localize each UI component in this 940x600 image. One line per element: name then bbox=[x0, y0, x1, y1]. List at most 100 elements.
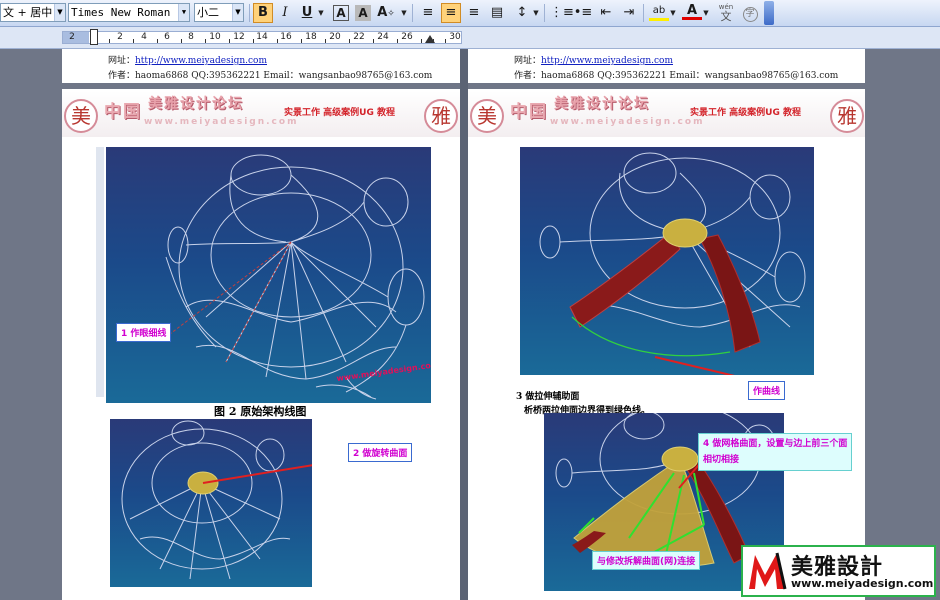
website-link[interactable]: http://www.meiyadesign.com bbox=[135, 56, 267, 66]
website-line: 网址：http://www.meiyadesign.com bbox=[108, 53, 267, 66]
logo-url: www.meiyadesign.com bbox=[791, 577, 934, 590]
style-select[interactable]: 文 + 居中 ▼ bbox=[0, 3, 66, 22]
ruler-tick-label: 10 bbox=[209, 32, 221, 42]
ruler-tick-label: 20 bbox=[329, 32, 341, 42]
banner-title-cn: 中国 bbox=[510, 102, 548, 122]
ruler-tick-label: 24 bbox=[377, 32, 389, 42]
toolbar-separator bbox=[544, 4, 545, 22]
underline-dropdown-arrow[interactable]: ▼ bbox=[317, 3, 325, 23]
ruler-tick-label: 30 bbox=[449, 32, 461, 42]
highlight-dropdown-arrow[interactable]: ▼ bbox=[669, 3, 677, 23]
distributed-align-icon[interactable]: ▤ bbox=[487, 3, 507, 23]
ruler-minor-mark bbox=[421, 39, 422, 43]
callout-mesh-line2: 相切相接 bbox=[703, 455, 740, 465]
font-color-dropdown-arrow[interactable]: ▼ bbox=[702, 3, 710, 23]
cad-side-toolbar bbox=[96, 147, 104, 397]
text-effect-dropdown-arrow[interactable]: ▼ bbox=[400, 3, 408, 23]
chevron-down-icon: ▼ bbox=[178, 4, 189, 21]
bulleted-list-icon[interactable]: •≡ bbox=[573, 3, 593, 23]
callout-draw-line: 1 作眼细线 bbox=[116, 323, 172, 342]
previous-page-right: 网址：http://www.meiyadesign.com 作者：haoma68… bbox=[468, 49, 865, 83]
underline-button[interactable]: U bbox=[297, 3, 317, 23]
line-spacing-dropdown-arrow[interactable]: ▼ bbox=[532, 3, 540, 23]
banner-title-cn: 中国 bbox=[104, 102, 142, 122]
line-spacing-icon[interactable]: ↕ bbox=[512, 3, 532, 23]
align-justify-icon[interactable]: ≡ bbox=[418, 3, 438, 23]
ruler-minor-mark bbox=[325, 39, 326, 43]
website-label: 网址： bbox=[514, 56, 542, 66]
text-effect-icon[interactable]: A✧ bbox=[376, 3, 396, 23]
ruler-minor-mark bbox=[157, 39, 158, 43]
right-indent-marker[interactable] bbox=[425, 35, 435, 43]
word-window: 文 + 居中 ▼ Times New Roman ▼ 小二 ▼ B I U ▼ … bbox=[0, 0, 940, 600]
figure-caption: 图 2 原始架构线图 bbox=[214, 405, 307, 418]
banner-url: www.meiyadesign.com bbox=[550, 117, 705, 127]
wireframe-drawing bbox=[165, 154, 425, 400]
ruler-minor-mark bbox=[253, 39, 254, 43]
align-right-icon[interactable]: ≡ bbox=[464, 3, 484, 23]
step3-title: 3 做拉伸辅助面 bbox=[516, 392, 580, 402]
ruler-minor-mark bbox=[373, 39, 374, 43]
align-center-icon[interactable]: ≡ bbox=[441, 3, 461, 23]
increase-indent-icon[interactable]: ⇥ bbox=[619, 3, 639, 23]
phonetic-guide-button[interactable]: wén 文 bbox=[716, 3, 736, 23]
ruler-tick-label: 2 bbox=[69, 32, 75, 42]
formatting-toolbar: 文 + 居中 ▼ Times New Roman ▼ 小二 ▼ B I U ▼ … bbox=[0, 0, 940, 27]
revolve-drawing bbox=[121, 420, 312, 580]
enclose-characters-button[interactable]: 字 bbox=[740, 3, 760, 23]
decrease-indent-icon[interactable]: ⇤ bbox=[596, 3, 616, 23]
banner-subtitle: 实景工作 高级案例UG 教程 bbox=[690, 108, 801, 118]
font-color-icon[interactable]: A bbox=[682, 3, 702, 23]
ruler-tick-label: 8 bbox=[188, 32, 194, 42]
ruler-tick-label: 14 bbox=[256, 32, 268, 42]
ruler-minor-mark bbox=[349, 39, 350, 43]
italic-button[interactable]: I bbox=[275, 3, 295, 23]
page-header-banner: 美 中国 美雅设计论坛 www.meiyadesign.com 实景工作 高级案… bbox=[468, 91, 865, 137]
banner-title-site: 美雅设计论坛 bbox=[554, 96, 650, 112]
horizontal-ruler[interactable]: 2 2 4 6 8 10 12 14 16 18 20 22 24 26 30 bbox=[62, 29, 462, 45]
cad-extrude-image bbox=[520, 147, 814, 375]
indent-marker[interactable] bbox=[90, 29, 98, 45]
numbered-list-icon[interactable]: ⋮≡ bbox=[550, 3, 574, 23]
font-select[interactable]: Times New Roman ▼ bbox=[68, 3, 190, 22]
character-shading-button[interactable]: A bbox=[355, 5, 371, 21]
callout-mesh-surface: 4 做网格曲面，设置与边上前三个面 相切相接 bbox=[698, 433, 853, 471]
cad-wireframe-image: 1 作眼细线 www.meiyadesign.com bbox=[106, 147, 431, 403]
seal-left: 美 bbox=[470, 99, 504, 133]
document-page-right: 美 中国 美雅设计论坛 www.meiyadesign.com 实景工作 高级案… bbox=[468, 89, 865, 600]
horizontal-ruler-bar: 2 2 4 6 8 10 12 14 16 18 20 22 24 26 30 bbox=[0, 27, 940, 49]
font-size-select[interactable]: 小二 ▼ bbox=[194, 3, 244, 22]
ruler-minor-mark bbox=[109, 39, 110, 43]
ruler-minor-mark bbox=[181, 39, 182, 43]
font-size-value: 小二 bbox=[197, 6, 219, 19]
author-line: 作者：haoma6868 QQ:395362221 Email：wangsanb… bbox=[514, 71, 839, 81]
banner-title-site: 美雅设计论坛 bbox=[148, 96, 244, 112]
bold-button[interactable]: B bbox=[253, 3, 273, 23]
ruler-tick-label: 6 bbox=[164, 32, 170, 42]
callout-revolve-surface: 2 做旋转曲面 bbox=[348, 443, 413, 462]
callout-guide-curve: 作曲线 bbox=[748, 381, 786, 400]
ruler-minor-mark bbox=[277, 39, 278, 43]
ruler-tick-label: 2 bbox=[117, 32, 123, 42]
toolbar-options-icon[interactable] bbox=[764, 1, 774, 25]
ruler-minor-mark bbox=[229, 39, 230, 43]
website-line: 网址：http://www.meiyadesign.com bbox=[514, 53, 673, 66]
toolbar-separator bbox=[249, 4, 250, 22]
ruler-tick-label: 16 bbox=[280, 32, 292, 42]
highlight-icon[interactable]: ab bbox=[649, 3, 669, 23]
chevron-down-icon: ▼ bbox=[54, 4, 65, 21]
callout-connect-surface: 与修改拆解曲面(网)连接 bbox=[592, 551, 701, 570]
website-label: 网址： bbox=[108, 56, 136, 66]
previous-page-left: 网址：http://www.meiyadesign.com 作者：haoma68… bbox=[62, 49, 460, 83]
page-gap bbox=[460, 49, 468, 600]
ruler-minor-mark bbox=[205, 39, 206, 43]
toolbar-separator bbox=[643, 4, 644, 22]
page-header-banner: 美 中国 美雅设计论坛 www.meiyadesign.com 实景工作 高级案… bbox=[62, 91, 460, 137]
character-border-button[interactable]: A bbox=[333, 5, 349, 21]
document-page-left: 美 中国 美雅设计论坛 www.meiyadesign.com 实景工作 高级案… bbox=[62, 89, 460, 600]
cad-revolve-image bbox=[110, 419, 312, 587]
ruler-minor-mark bbox=[397, 39, 398, 43]
website-link[interactable]: http://www.meiyadesign.com bbox=[541, 56, 673, 66]
seal-right: 雅 bbox=[424, 99, 458, 133]
callout-mesh-line1: 4 做网格曲面，设置与边上前三个面 bbox=[703, 439, 848, 449]
